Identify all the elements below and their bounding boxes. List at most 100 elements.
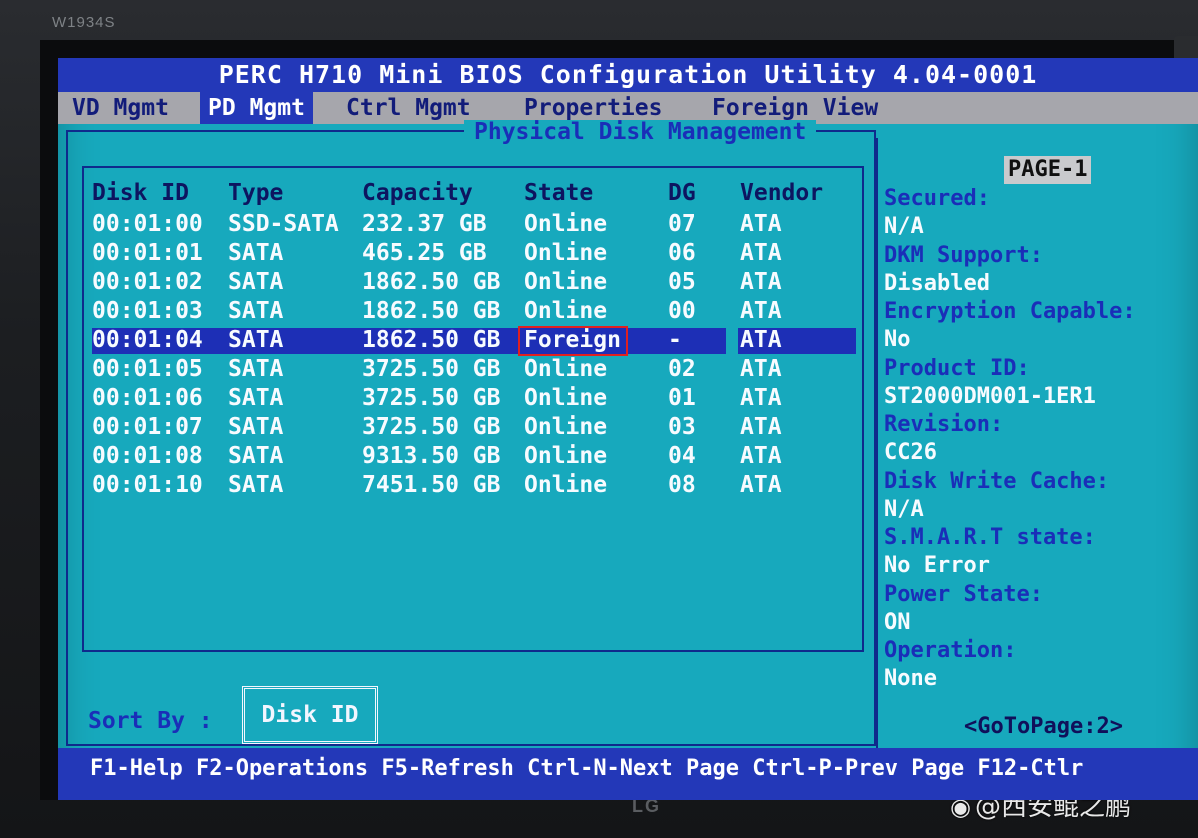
cell-disk-id: 00:01:05 <box>92 356 203 382</box>
cell-vendor: ATA <box>740 298 782 324</box>
cell-state: Online <box>524 356 608 382</box>
cell-state: Online <box>524 414 608 440</box>
tab-pd-mgmt[interactable]: PD Mgmt <box>200 92 313 124</box>
cell-capacity: 1862.50 GB <box>362 327 501 353</box>
column-header-type: Type <box>228 180 284 206</box>
table-row[interactable]: 00:01:02 SATA 1862.50 GB Online 05 ATA <box>92 268 858 297</box>
cell-vendor: ATA <box>740 414 782 440</box>
info-value: None <box>884 666 937 691</box>
foreign-state-highlight <box>518 326 628 356</box>
cell-disk-id: 00:01:04 <box>92 327 203 353</box>
cell-disk-id: 00:01:01 <box>92 240 203 266</box>
cell-type: SATA <box>228 298 284 324</box>
info-label: Operation: <box>884 638 1017 663</box>
cell-capacity: 9313.50 GB <box>362 443 501 469</box>
cell-vendor: ATA <box>740 356 782 382</box>
table-row[interactable]: 00:01:05 SATA 3725.50 GB Online 02 ATA <box>92 355 858 384</box>
cell-dg: 01 <box>668 385 696 411</box>
table-row[interactable]: 00:01:04 SATA 1862.50 GB Foreign - ATA <box>92 326 858 355</box>
sort-by-label: Sort By : <box>88 708 213 734</box>
cell-vendor: ATA <box>740 269 782 295</box>
info-label: Secured: <box>884 186 990 211</box>
tab-ctrl-mgmt[interactable]: Ctrl Mgmt <box>338 92 479 124</box>
cell-capacity: 465.25 GB <box>362 240 487 266</box>
cell-state: Online <box>524 269 608 295</box>
cell-capacity: 3725.50 GB <box>362 385 501 411</box>
cell-vendor: ATA <box>740 211 782 237</box>
table-row[interactable]: 00:01:06 SATA 3725.50 GB Online 01 ATA <box>92 384 858 413</box>
cell-capacity: 3725.50 GB <box>362 414 501 440</box>
info-label: Power State: <box>884 582 1043 607</box>
cell-type: SATA <box>228 269 284 295</box>
column-header-dg: DG <box>668 180 696 206</box>
table-row[interactable]: 00:01:01 SATA 465.25 GB Online 06 ATA <box>92 239 858 268</box>
utility-title: PERC H710 Mini BIOS Configuration Utilit… <box>58 58 1198 92</box>
cell-type: SATA <box>228 414 284 440</box>
cell-dg: 00 <box>668 298 696 324</box>
cell-type: SATA <box>228 443 284 469</box>
info-label: Product ID: <box>884 356 1030 381</box>
cell-state: Online <box>524 472 608 498</box>
table-row[interactable]: 00:01:08 SATA 9313.50 GB Online 04 ATA <box>92 442 858 471</box>
cell-state: Online <box>524 298 608 324</box>
cell-vendor: ATA <box>740 240 782 266</box>
cell-dg: - <box>668 327 682 353</box>
cell-disk-id: 00:01:06 <box>92 385 203 411</box>
cell-disk-id: 00:01:07 <box>92 414 203 440</box>
column-header-capacity: Capacity <box>362 180 473 206</box>
cell-disk-id: 00:01:00 <box>92 211 203 237</box>
info-value: No <box>884 327 911 352</box>
table-row[interactable]: 00:01:03 SATA 1862.50 GB Online 00 ATA <box>92 297 858 326</box>
column-header-disk-id: Disk ID <box>92 180 189 206</box>
cell-dg: 05 <box>668 269 696 295</box>
cell-capacity: 232.37 GB <box>362 211 487 237</box>
info-label: Revision: <box>884 412 1004 437</box>
cell-vendor: ATA <box>740 385 782 411</box>
info-label: DKM Support: <box>884 243 1043 268</box>
cell-type: SATA <box>228 385 284 411</box>
cell-disk-id: 00:01:02 <box>92 269 203 295</box>
cell-capacity: 3725.50 GB <box>362 356 501 382</box>
info-value: ST2000DM001-1ER1 <box>884 384 1096 409</box>
cell-state: Online <box>524 240 608 266</box>
table-row[interactable]: 00:01:07 SATA 3725.50 GB Online 03 ATA <box>92 413 858 442</box>
tab-vd-mgmt[interactable]: VD Mgmt <box>64 92 177 124</box>
column-header-vendor: Vendor <box>740 180 824 206</box>
cell-type: SSD-SATA <box>228 211 339 237</box>
page-indicator: PAGE-1 <box>1004 156 1092 184</box>
cell-type: SATA <box>228 356 284 382</box>
cell-dg: 06 <box>668 240 696 266</box>
cell-capacity: 7451.50 GB <box>362 472 501 498</box>
info-label: Encryption Capable: <box>884 299 1136 324</box>
footer-shortcuts: F1-Help F2-Operations F5-Refresh Ctrl-N-… <box>90 756 1084 781</box>
cell-disk-id: 00:01:03 <box>92 298 203 324</box>
bios-screen: PERC H710 Mini BIOS Configuration Utilit… <box>58 58 1198 800</box>
cell-type: SATA <box>228 472 284 498</box>
column-header-state: State <box>524 180 594 206</box>
cell-type: SATA <box>228 327 284 353</box>
cell-vendor: ATA <box>740 443 782 469</box>
cell-state: Online <box>524 385 608 411</box>
info-value: N/A <box>884 214 924 239</box>
table-row[interactable]: 00:01:00 SSD-SATA 232.37 GB Online 07 ATA <box>92 210 858 239</box>
cell-capacity: 1862.50 GB <box>362 298 501 324</box>
cell-vendor: ATA <box>740 327 782 353</box>
info-value: No Error <box>884 553 990 578</box>
info-value: CC26 <box>884 440 937 465</box>
info-value: ON <box>884 610 911 635</box>
monitor-model-label: W1934S <box>52 14 116 31</box>
panel-title: Physical Disk Management <box>464 120 817 144</box>
info-value: Disabled <box>884 271 990 296</box>
cell-dg: 07 <box>668 211 696 237</box>
cell-type: SATA <box>228 240 284 266</box>
cell-dg: 04 <box>668 443 696 469</box>
info-value: N/A <box>884 497 924 522</box>
table-row[interactable]: 00:01:10 SATA 7451.50 GB Online 08 ATA <box>92 471 858 500</box>
cell-dg: 02 <box>668 356 696 382</box>
cell-dg: 08 <box>668 472 696 498</box>
sort-by-button[interactable]: Disk ID <box>242 686 378 744</box>
cell-disk-id: 00:01:10 <box>92 472 203 498</box>
cell-vendor: ATA <box>740 472 782 498</box>
info-label: S.M.A.R.T state: <box>884 525 1096 550</box>
goto-page-link[interactable]: <GoToPage:2> <box>964 714 1123 739</box>
